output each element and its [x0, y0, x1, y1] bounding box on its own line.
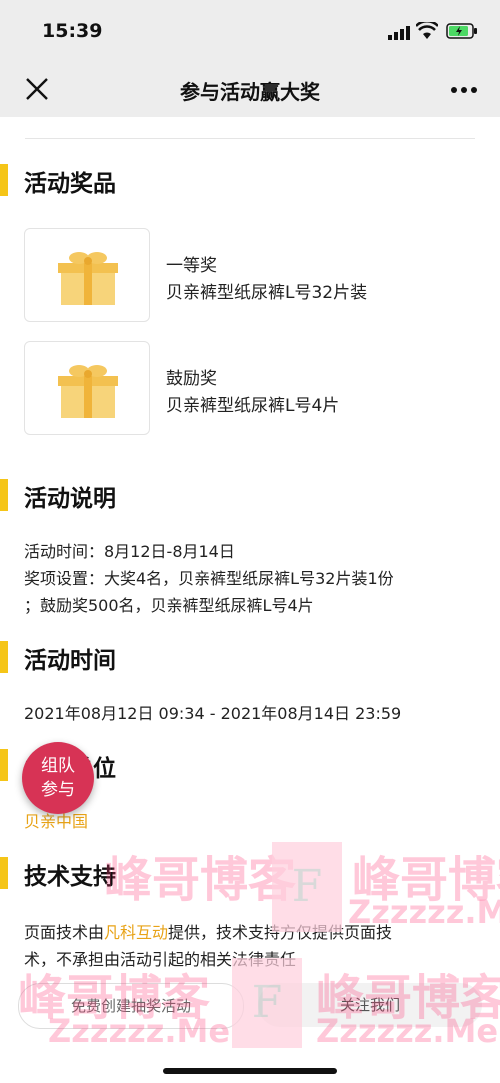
wifi-icon — [416, 22, 438, 39]
section-accent-bar — [0, 164, 8, 196]
tech-prefix: 页面技术由 — [24, 923, 105, 942]
watermark-text: Zzzzzz.Me — [348, 893, 500, 931]
watermark-logo: F — [272, 842, 342, 932]
status-bar: 15:39 — [0, 0, 500, 62]
gift-icon — [58, 252, 118, 305]
gift-icon — [58, 365, 118, 418]
prize-image — [24, 341, 150, 435]
fab-label: 参与 — [41, 780, 75, 800]
signal-icon — [388, 26, 410, 40]
prize-name: 一等奖 — [166, 256, 217, 276]
nav-bar: 参与活动赢大奖 — [0, 62, 500, 117]
team-join-button[interactable]: 组队 参与 — [22, 742, 94, 814]
fab-label: 组队 — [41, 756, 75, 776]
watermark-text: Zzzzzz.Me — [316, 1012, 499, 1050]
section-accent-bar — [0, 479, 8, 511]
prize-desc: 贝亲裤型纸尿裤L号32片装 — [166, 283, 368, 303]
watermark-logo: F — [232, 958, 302, 1048]
desc-line: 奖项设置：大奖4名，贝亲裤型纸尿裤L号32片装1份 — [24, 569, 394, 588]
section-title: 活动说明 — [24, 486, 116, 512]
section-accent-bar — [0, 641, 8, 673]
tech-provider-link[interactable]: 凡科互动 — [104, 923, 168, 942]
section-accent-bar — [0, 749, 8, 781]
home-indicator[interactable] — [163, 1068, 337, 1074]
prize-image — [24, 228, 150, 322]
status-time: 15:39 — [42, 20, 103, 42]
section-title: 活动时间 — [24, 648, 116, 674]
battery-icon — [446, 23, 477, 39]
section-title: 技术支持 — [24, 864, 116, 890]
time-range: 2021年08月12日 09:34 - 2021年08月14日 23:59 — [24, 704, 402, 723]
section-title: 活动奖品 — [24, 171, 116, 197]
prize-name: 鼓励奖 — [166, 369, 217, 389]
prize-desc: 贝亲裤型纸尿裤L号4片 — [166, 396, 340, 416]
desc-line: 活动时间：8月12日-8月14日 — [24, 542, 235, 561]
section-accent-bar — [0, 857, 8, 889]
watermark-text: 峰哥博客 — [104, 852, 297, 908]
divider — [25, 138, 475, 139]
watermark-text: Zzzzzz.Me — [48, 1012, 231, 1050]
more-icon[interactable] — [450, 86, 478, 94]
desc-line: ；鼓励奖500名，贝亲裤型纸尿裤L号4片 — [24, 596, 314, 615]
page-title: 参与活动赢大奖 — [180, 80, 320, 104]
